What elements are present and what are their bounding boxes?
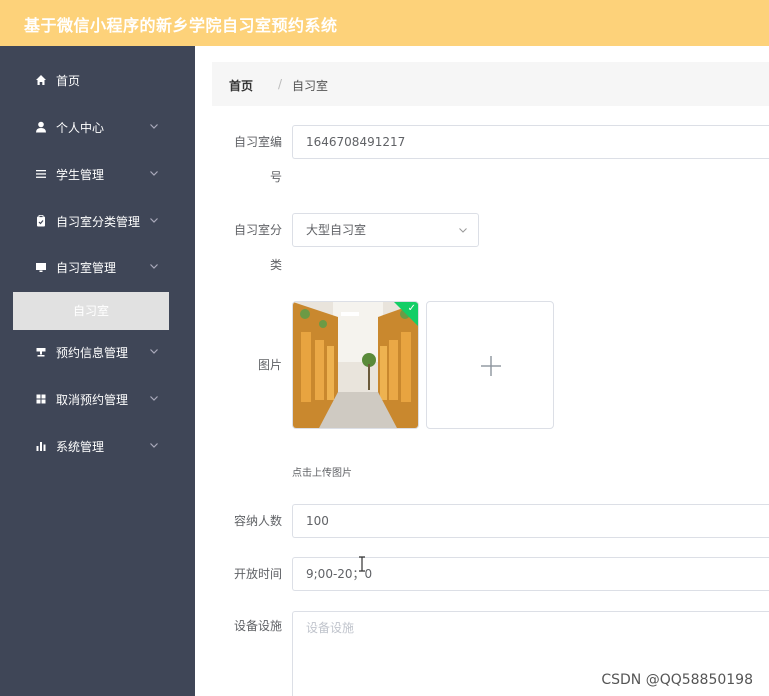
breadcrumb: 首页 / 自习室 bbox=[212, 62, 769, 106]
image-label: 图片 bbox=[257, 358, 282, 372]
sidebar-item-room-management[interactable]: 自习室管理 bbox=[0, 245, 195, 291]
chevron-down-icon bbox=[150, 218, 158, 223]
room-category-select[interactable]: 大型自习室 bbox=[292, 213, 479, 247]
chevron-down-icon bbox=[150, 171, 158, 176]
room-category-label: 自习室分 bbox=[233, 223, 282, 237]
sidebar-subitem-room[interactable]: 自习室 bbox=[13, 292, 169, 330]
plus-icon bbox=[481, 356, 501, 376]
chevron-down-icon bbox=[150, 396, 158, 401]
top-header: 基于微信小程序的新乡学院自习室预约系统 bbox=[0, 0, 769, 46]
breadcrumb-current: 自习室 bbox=[292, 79, 329, 93]
watermark: CSDN @QQ58850198 bbox=[601, 672, 753, 688]
sidebar-item-cancel-reservation-management[interactable]: 取消预约管理 bbox=[0, 377, 195, 423]
sidebar-item-room-category-management[interactable]: 自习室分类管理 bbox=[0, 199, 195, 245]
text-cursor-icon bbox=[359, 556, 365, 572]
image-upload-button[interactable] bbox=[426, 301, 554, 429]
sidebar-item-label: 首页 bbox=[56, 74, 81, 88]
chevron-down-icon bbox=[150, 124, 158, 129]
sidebar-item-personal-center[interactable]: 个人中心 bbox=[0, 105, 195, 151]
sidebar-item-label: 预约信息管理 bbox=[56, 346, 129, 360]
list-icon bbox=[36, 170, 46, 178]
capacity-label: 容纳人数 bbox=[233, 514, 282, 528]
sidebar-item-reservation-management[interactable]: 预约信息管理 bbox=[0, 330, 195, 376]
stamp-icon bbox=[36, 348, 46, 357]
uploaded-image-thumbnail[interactable]: ✓ bbox=[292, 301, 419, 429]
chevron-down-icon bbox=[150, 443, 158, 448]
sidebar-item-home[interactable]: 首页 bbox=[0, 58, 195, 104]
open-time-label: 开放时间 bbox=[233, 567, 282, 581]
sidebar-item-student-management[interactable]: 学生管理 bbox=[0, 152, 195, 198]
chevron-down-icon bbox=[150, 264, 158, 269]
capacity-input[interactable]: 100 bbox=[292, 504, 769, 538]
room-number-label: 自习室编 bbox=[233, 135, 282, 149]
home-icon bbox=[36, 75, 46, 85]
breadcrumb-separator: / bbox=[278, 77, 283, 91]
breadcrumb-home[interactable]: 首页 bbox=[229, 77, 253, 94]
room-number-label-cont: 号 bbox=[269, 170, 282, 184]
chevron-down-icon bbox=[459, 228, 467, 233]
sidebar-item-label: 系统管理 bbox=[56, 440, 105, 454]
sidebar-item-label: 个人中心 bbox=[56, 121, 105, 135]
facilities-label: 设备设施 bbox=[233, 619, 282, 633]
app-title: 基于微信小程序的新乡学院自习室预约系统 bbox=[24, 16, 338, 35]
monitor-icon bbox=[36, 263, 46, 272]
check-icon: ✓ bbox=[407, 303, 416, 314]
facilities-placeholder: 设备设施 bbox=[306, 621, 355, 635]
clipboard-icon bbox=[37, 215, 45, 227]
upload-tip: 点击上传图片 bbox=[292, 468, 352, 479]
room-category-label-cont: 类 bbox=[269, 258, 282, 272]
sidebar-item-label: 自习室分类管理 bbox=[56, 215, 141, 229]
room-category-value: 大型自习室 bbox=[306, 223, 367, 237]
main-content: 首页 / 自习室 自习室编 号 1646708491217 自习室分 类 大型自… bbox=[195, 46, 769, 696]
sidebar-item-system-management[interactable]: 系统管理 bbox=[0, 424, 195, 470]
grid-icon bbox=[36, 394, 46, 404]
room-number-input[interactable]: 1646708491217 bbox=[292, 125, 769, 159]
sidebar-item-label: 自习室管理 bbox=[56, 261, 117, 275]
sidebar: 首页 个人中心 学生管理 自习室分类管理 自习室管理 自习室 预约信息管理 取消… bbox=[0, 46, 195, 696]
user-icon bbox=[36, 121, 46, 133]
chevron-down-icon bbox=[150, 349, 158, 354]
sidebar-item-label: 取消预约管理 bbox=[56, 393, 129, 407]
bar-chart-icon bbox=[36, 442, 46, 451]
sidebar-item-label: 学生管理 bbox=[56, 168, 105, 182]
